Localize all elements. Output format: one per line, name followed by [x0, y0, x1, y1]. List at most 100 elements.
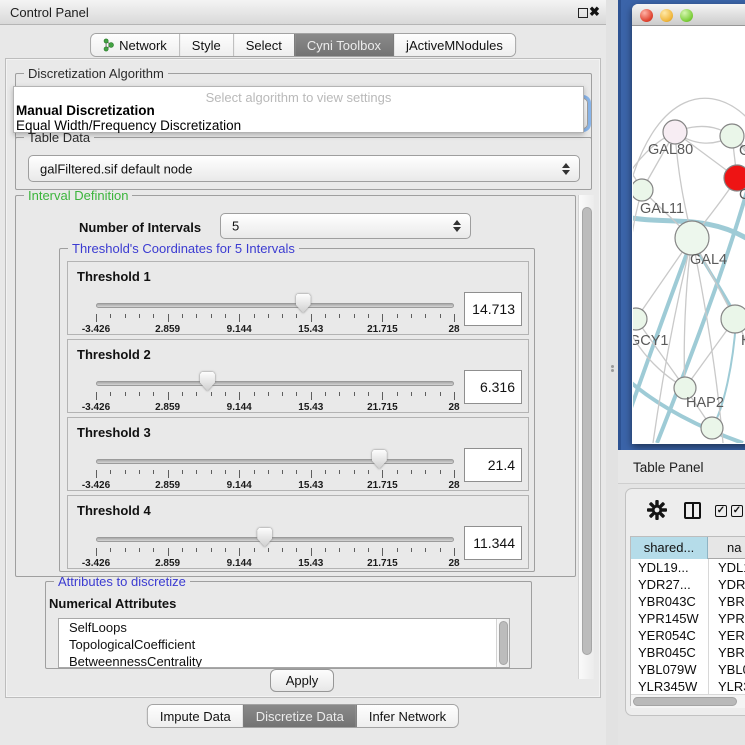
threshold-value-field[interactable]: 14.713: [464, 292, 522, 326]
list-scrollbar-thumb[interactable]: [499, 621, 508, 665]
slider-tick-labels: -3.4262.8599.14415.4321.71528: [96, 402, 454, 413]
table-row[interactable]: YDR27... YDR2: [631, 576, 745, 593]
bottom-tabbar: Impute Data Discretize Data Infer Networ…: [147, 704, 459, 728]
tab-cyni-toolbox[interactable]: Cyni Toolbox: [294, 34, 393, 56]
attribute-list-item[interactable]: TopologicalCoefficient: [59, 636, 509, 653]
table-row[interactable]: YDL19... YDL1: [631, 559, 745, 576]
content-scrollbar[interactable]: [578, 195, 594, 679]
cell-shared-name[interactable]: YPR145W: [638, 610, 699, 627]
network-node[interactable]: [633, 308, 647, 330]
zoom-traffic-light-icon[interactable]: [680, 9, 693, 22]
table-row[interactable]: YBL079W YBL0: [631, 661, 745, 678]
column-divider: [708, 559, 709, 706]
dropdown-option-equal-width[interactable]: Equal Width/Frequency Discretization: [16, 118, 241, 133]
node-table[interactable]: shared... na YDL19...YDL1YDR27...YDR2YBR…: [630, 536, 745, 706]
cell-name[interactable]: YDR2: [718, 576, 745, 593]
cell-name[interactable]: YBR0: [718, 644, 745, 661]
combobox-value: 5: [232, 219, 239, 234]
network-canvas[interactable]: GAL80G.CGAL11GAL4GCY1HHAP2: [633, 27, 745, 443]
network-view-window[interactable]: GAL80G.CGAL11GAL4GCY1HHAP2: [632, 4, 745, 444]
slider-handle[interactable]: [372, 450, 387, 469]
tick-label: 21.715: [367, 402, 398, 413]
close-traffic-light-icon[interactable]: [640, 9, 653, 22]
list-scrollbar[interactable]: [496, 619, 509, 667]
network-node[interactable]: [675, 221, 709, 255]
network-window-titlebar[interactable]: [632, 4, 745, 26]
threshold-value-field[interactable]: 21.4: [464, 448, 522, 482]
checkbox-icon[interactable]: ✓: [715, 505, 727, 517]
cell-name[interactable]: YBR0: [718, 593, 745, 610]
network-icon: [103, 38, 114, 52]
minimize-traffic-light-icon[interactable]: [660, 9, 673, 22]
slider-handle[interactable]: [257, 528, 272, 547]
network-node[interactable]: [701, 417, 723, 439]
tick-label: 28: [448, 324, 459, 335]
tab-style[interactable]: Style: [179, 34, 233, 56]
slider-track[interactable]: [96, 537, 454, 542]
cell-name[interactable]: YLR3: [718, 678, 745, 695]
close-icon[interactable]: ✖: [589, 4, 605, 20]
cell-name[interactable]: YER0: [718, 627, 745, 644]
table-data-combobox[interactable]: galFiltered.sif default node: [28, 155, 580, 182]
apply-button[interactable]: Apply: [270, 669, 334, 692]
tab-jactivemnodules[interactable]: jActiveMNodules: [393, 34, 515, 56]
node-label: H: [741, 333, 745, 349]
node-label: GAL11: [640, 201, 684, 217]
splitter-grip-icon[interactable]: [610, 364, 615, 373]
table-row[interactable]: YLR345W YLR3: [631, 678, 745, 695]
group-title: Threshold's Coordinates for 5 Intervals: [68, 241, 299, 256]
cell-shared-name[interactable]: YER054C: [638, 627, 696, 644]
group-table-data: Table Data galFiltered.sif default node: [15, 137, 592, 190]
columns-icon[interactable]: [684, 502, 701, 519]
dropdown-option-manual[interactable]: Manual Discretization: [16, 103, 155, 118]
tick-label: 28: [448, 402, 459, 413]
attribute-list-item[interactable]: SelfLoops: [59, 619, 509, 636]
network-node[interactable]: [663, 120, 687, 144]
table-row[interactable]: YER054C YER0: [631, 627, 745, 644]
gear-icon[interactable]: [647, 500, 667, 520]
checkbox-icon[interactable]: ✓: [731, 505, 743, 517]
tab-select[interactable]: Select: [233, 34, 294, 56]
network-node[interactable]: [721, 305, 745, 333]
slider-handle[interactable]: [200, 372, 215, 391]
cell-shared-name[interactable]: YBL079W: [638, 661, 697, 678]
tick-label: 15.43: [298, 324, 323, 335]
tab-network[interactable]: Network: [91, 34, 179, 56]
node-label: GAL80: [648, 142, 693, 158]
stepper-icon: [562, 163, 570, 175]
cell-shared-name[interactable]: YLR345W: [638, 678, 697, 695]
threshold-value-field[interactable]: 11.344: [464, 526, 522, 560]
column-header-name[interactable]: na: [727, 537, 741, 559]
threshold-value-field[interactable]: 6.316: [464, 370, 522, 404]
slider-track[interactable]: [96, 459, 454, 464]
content-scrollbar-thumb[interactable]: [582, 207, 592, 655]
tab-infer-network[interactable]: Infer Network: [356, 705, 458, 727]
network-node[interactable]: [633, 179, 653, 201]
node-label: HAP2: [686, 395, 724, 411]
cell-shared-name[interactable]: YBR043C: [638, 593, 696, 610]
slider-handle[interactable]: [296, 294, 311, 313]
slider-track[interactable]: [96, 303, 454, 308]
cell-name[interactable]: YPR1: [718, 610, 745, 627]
column-header-shared-name[interactable]: shared...: [631, 537, 708, 559]
float-window-icon[interactable]: [578, 8, 588, 18]
table-scrollbar-thumb[interactable]: [633, 697, 737, 706]
table-row[interactable]: YBR045C YBR0: [631, 644, 745, 661]
table-row[interactable]: YBR043C YBR0: [631, 593, 745, 610]
cell-name[interactable]: YBL0: [718, 661, 745, 678]
slider-ticks: [96, 314, 454, 323]
number-of-intervals-combobox[interactable]: 5: [220, 213, 471, 239]
cell-shared-name[interactable]: YBR045C: [638, 644, 696, 661]
group-title: Interval Definition: [24, 188, 132, 203]
tab-discretize-data[interactable]: Discretize Data: [243, 705, 356, 727]
slider-track[interactable]: [96, 381, 454, 386]
tab-impute-data[interactable]: Impute Data: [148, 705, 243, 727]
cell-shared-name[interactable]: YDR27...: [638, 576, 691, 593]
attribute-list-item[interactable]: BetweennessCentrality: [59, 653, 509, 668]
cell-name[interactable]: YDL1: [718, 559, 745, 576]
tick-label: -3.426: [82, 558, 110, 569]
numerical-attributes-list[interactable]: SelfLoopsTopologicalCoefficientBetweenne…: [58, 618, 510, 668]
table-row[interactable]: YPR145W YPR1: [631, 610, 745, 627]
cell-shared-name[interactable]: YDL19...: [638, 559, 689, 576]
table-horizontal-scrollbar[interactable]: [631, 694, 745, 708]
